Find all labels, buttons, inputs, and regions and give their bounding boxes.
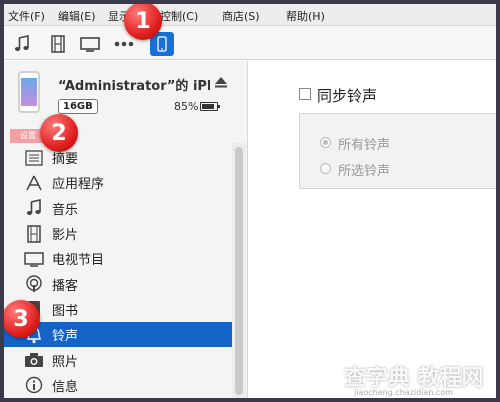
capacity-badge: 16GB — [58, 99, 98, 114]
radio-all-ringtones-label: 所有铃声 — [338, 138, 391, 153]
sidebar-item-label: 照片 — [52, 354, 79, 370]
sidebar-item-music[interactable]: 音乐 — [4, 196, 232, 221]
sidebar-item-label: 音乐 — [52, 202, 79, 218]
ringtone-options: 所有铃声 所选铃声 — [299, 113, 496, 189]
menu-controls[interactable]: 控制(C) — [160, 8, 198, 24]
battery-icon — [200, 102, 220, 111]
sidebar-item-podcasts[interactable]: 播客 — [4, 271, 232, 296]
movies-button[interactable] — [46, 32, 70, 56]
menu-store[interactable]: 商店(S) — [222, 8, 260, 24]
device-image — [18, 71, 40, 113]
sidebar: “Administrator”的 iPho... 16GB 85% 设置 摘要 — [4, 61, 248, 398]
main-panel: 同步铃声 所有铃声 所选铃声 — [249, 61, 496, 398]
sidebar-nav: 摘要 应用程序 音乐 影片 电视节目 播客 图书 铃声 照片 信息 — [4, 145, 232, 398]
sidebar-scrollbar-thumb[interactable] — [235, 147, 243, 395]
sidebar-item-apps[interactable]: 应用程序 — [4, 170, 232, 195]
toolbar — [4, 26, 496, 60]
menu-bar: 文件(F) 编辑(E) 显示 控制(C) 商店(S) 帮助(H) — [4, 4, 496, 26]
summary-icon — [24, 149, 44, 167]
sidebar-item-summary[interactable]: 摘要 — [4, 145, 232, 170]
sidebar-item-label: 播客 — [52, 278, 79, 294]
sidebar-item-label: 影片 — [52, 228, 79, 244]
radio-selected-ringtones[interactable] — [320, 163, 331, 174]
sidebar-item-label: 铃声 — [52, 329, 79, 345]
apps-icon — [24, 174, 44, 192]
watermark-url: jiaocheng.chazidian.com — [354, 388, 454, 397]
camera-icon — [24, 351, 44, 369]
sync-ringtones-checkbox[interactable] — [299, 88, 311, 100]
tv-icon — [80, 37, 100, 52]
itunes-window: 文件(F) 编辑(E) 显示 控制(C) 商店(S) 帮助(H) “Admini… — [4, 4, 496, 398]
sidebar-item-label: 图书 — [52, 303, 79, 319]
sidebar-item-tv-shows[interactable]: 电视节目 — [4, 246, 232, 271]
tv-button[interactable] — [78, 32, 102, 56]
step-badge-2: 2 — [40, 114, 78, 152]
battery-percent: 85% — [174, 100, 199, 113]
music-icon — [24, 199, 44, 217]
music-icon — [14, 35, 29, 51]
info-icon — [24, 376, 44, 394]
radio-all-ringtones[interactable] — [320, 137, 331, 148]
podcast-icon — [24, 275, 44, 293]
iphone-icon — [157, 36, 167, 52]
sidebar-item-photos[interactable]: 照片 — [4, 347, 232, 372]
sidebar-item-label: 应用程序 — [52, 177, 105, 193]
more-icon — [114, 41, 134, 47]
film-icon — [24, 224, 44, 243]
menu-help[interactable]: 帮助(H) — [286, 8, 325, 24]
eject-icon[interactable] — [214, 75, 228, 89]
sidebar-item-label: 信息 — [52, 379, 79, 395]
radio-selected-ringtones-label: 所选铃声 — [338, 164, 391, 179]
sync-ringtones-label: 同步铃声 — [317, 87, 378, 105]
film-icon — [51, 35, 65, 53]
device-name: “Administrator”的 iPho... — [58, 79, 210, 94]
sidebar-item-movies[interactable]: 影片 — [4, 221, 232, 246]
menu-edit[interactable]: 编辑(E) — [58, 8, 96, 24]
sidebar-item-info[interactable]: 信息 — [4, 373, 232, 398]
music-button[interactable] — [10, 32, 34, 56]
menu-file[interactable]: 文件(F) — [8, 8, 45, 24]
tv-icon — [24, 250, 44, 268]
sidebar-item-label: 电视节目 — [52, 253, 105, 269]
